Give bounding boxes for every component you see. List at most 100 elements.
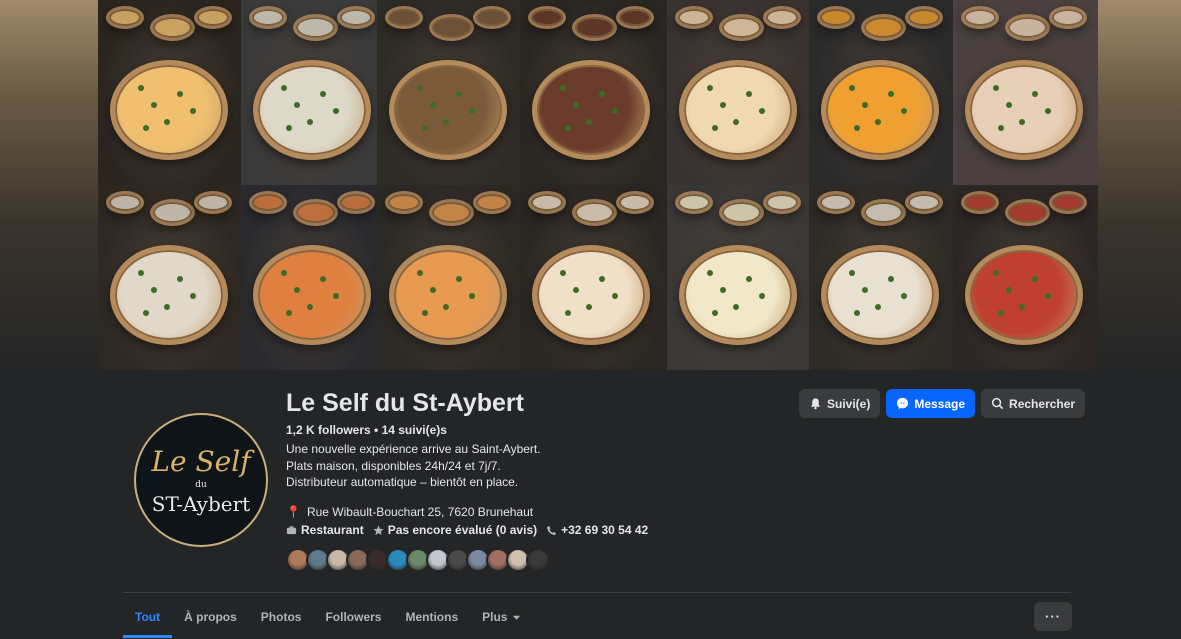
herb-garnish-graphic	[430, 287, 436, 293]
page-title: Le Self du St-Aybert	[286, 389, 524, 417]
herb-garnish-graphic	[733, 119, 739, 125]
message-button[interactable]: Message	[886, 389, 976, 418]
herb-garnish-graphic	[443, 304, 449, 310]
search-label: Rechercher	[1009, 396, 1076, 411]
message-label: Message	[914, 396, 966, 411]
tab-a-propos[interactable]: À propos	[172, 599, 249, 635]
food-bowl-graphic	[150, 199, 195, 226]
logo-text-st-aybert: ST-Aybert	[151, 492, 251, 516]
caret-down-icon	[513, 615, 521, 620]
herb-garnish-graphic	[862, 102, 868, 108]
cover-photo-tile	[377, 185, 520, 370]
food-bowl-graphic	[389, 60, 507, 160]
logo-text-le-self: Le Self	[151, 445, 251, 478]
herb-garnish-graphic	[849, 85, 855, 91]
herb-garnish-graphic	[612, 293, 618, 299]
herb-garnish-graphic	[138, 85, 144, 91]
herb-garnish-graphic	[320, 91, 326, 97]
rating-text[interactable]: Pas encore évalué (0 avis)	[388, 523, 537, 537]
food-bowl-graphic	[110, 60, 228, 160]
food-bowl-graphic	[679, 60, 797, 160]
herb-garnish-graphic	[143, 310, 149, 316]
phone-text[interactable]: +32 69 30 54 42	[561, 523, 648, 537]
food-bowl-graphic	[905, 191, 943, 214]
food-bowl-graphic	[572, 199, 617, 226]
herb-garnish-graphic	[998, 125, 1004, 131]
food-bowl-graphic	[763, 6, 801, 29]
herb-garnish-graphic	[177, 276, 183, 282]
page-info-row: Restaurant Pas encore évalué (0 avis) +3…	[286, 523, 648, 537]
following-button[interactable]: Suivi(e)	[799, 389, 881, 418]
rating-item: Pas encore évalué (0 avis)	[373, 523, 537, 537]
herb-garnish-graphic	[307, 304, 313, 310]
tab-photos[interactable]: Photos	[249, 599, 314, 635]
food-bowl-graphic	[249, 191, 287, 214]
herb-garnish-graphic	[875, 119, 881, 125]
herb-garnish-graphic	[565, 310, 571, 316]
food-bowl-graphic	[532, 60, 650, 160]
more-options-button[interactable]: ···	[1034, 602, 1072, 631]
herb-garnish-graphic	[565, 125, 571, 131]
follower-avatars[interactable]	[286, 548, 550, 572]
cover-photo-tile	[667, 0, 809, 185]
category-text[interactable]: Restaurant	[301, 523, 364, 537]
cover-photo-tile	[809, 0, 953, 185]
herb-garnish-graphic	[901, 108, 907, 114]
follower-avatar[interactable]	[526, 548, 550, 572]
food-bowl-graphic	[106, 191, 144, 214]
search-button[interactable]: Rechercher	[981, 389, 1086, 418]
cover-photo-tile	[809, 185, 953, 370]
followers-link[interactable]: 1,2 K followers	[286, 423, 371, 437]
tab-followers[interactable]: Followers	[313, 599, 393, 635]
ellipsis-icon: ···	[1045, 609, 1061, 624]
tab-label: Tout	[135, 610, 161, 624]
herb-garnish-graphic	[998, 310, 1004, 316]
page-actions: Suivi(e) Message Rechercher	[799, 389, 1086, 418]
cover-photo-tile	[241, 185, 377, 370]
tab-plus[interactable]: Plus	[470, 599, 533, 635]
food-bowl-graphic	[961, 191, 999, 214]
herb-garnish-graphic	[573, 287, 579, 293]
herb-garnish-graphic	[712, 125, 718, 131]
tab-tout[interactable]: Tout	[123, 599, 173, 638]
herb-garnish-graphic	[720, 102, 726, 108]
tab-label: Photos	[260, 610, 302, 624]
herb-garnish-graphic	[294, 102, 300, 108]
herb-garnish-graphic	[759, 293, 765, 299]
herb-garnish-graphic	[888, 91, 894, 97]
info-tag-icon	[286, 525, 297, 534]
food-bowl-graphic	[249, 6, 287, 29]
herb-garnish-graphic	[456, 91, 462, 97]
cover-photo[interactable]	[98, 0, 1098, 370]
tab-label: Plus	[482, 610, 508, 624]
cover-photo-tile	[953, 0, 1098, 185]
herb-garnish-graphic	[422, 310, 428, 316]
food-bowl-graphic	[821, 60, 939, 160]
following-link[interactable]: 14 suivi(e)s	[382, 423, 447, 437]
food-bowl-graphic	[293, 14, 338, 41]
star-icon	[373, 524, 384, 535]
phone-item: +32 69 30 54 42	[546, 523, 648, 537]
herb-garnish-graphic	[1032, 91, 1038, 97]
food-bowl-graphic	[106, 6, 144, 29]
food-bowl-graphic	[905, 6, 943, 29]
herb-garnish-graphic	[707, 85, 713, 91]
herb-garnish-graphic	[901, 293, 907, 299]
food-bowl-graphic	[253, 245, 371, 345]
address-text[interactable]: Rue Wibault-Bouchart 25, 7620 Brunehaut	[307, 505, 533, 519]
tab-label: Mentions	[405, 610, 459, 624]
herb-garnish-graphic	[286, 125, 292, 131]
herb-garnish-graphic	[430, 102, 436, 108]
herb-garnish-graphic	[573, 102, 579, 108]
tab-mentions[interactable]: Mentions	[393, 599, 470, 635]
herb-garnish-graphic	[599, 276, 605, 282]
herb-garnish-graphic	[151, 287, 157, 293]
food-bowl-graphic	[110, 245, 228, 345]
profile-picture[interactable]: Le Self du ST-Aybert	[134, 413, 268, 547]
cover-photo-tile	[953, 185, 1098, 370]
phone-icon	[547, 525, 557, 535]
bio-line: Une nouvelle expérience arrive au Saint-…	[286, 442, 541, 456]
food-bowl-graphic	[253, 60, 371, 160]
herb-garnish-graphic	[1006, 287, 1012, 293]
herb-garnish-graphic	[888, 276, 894, 282]
